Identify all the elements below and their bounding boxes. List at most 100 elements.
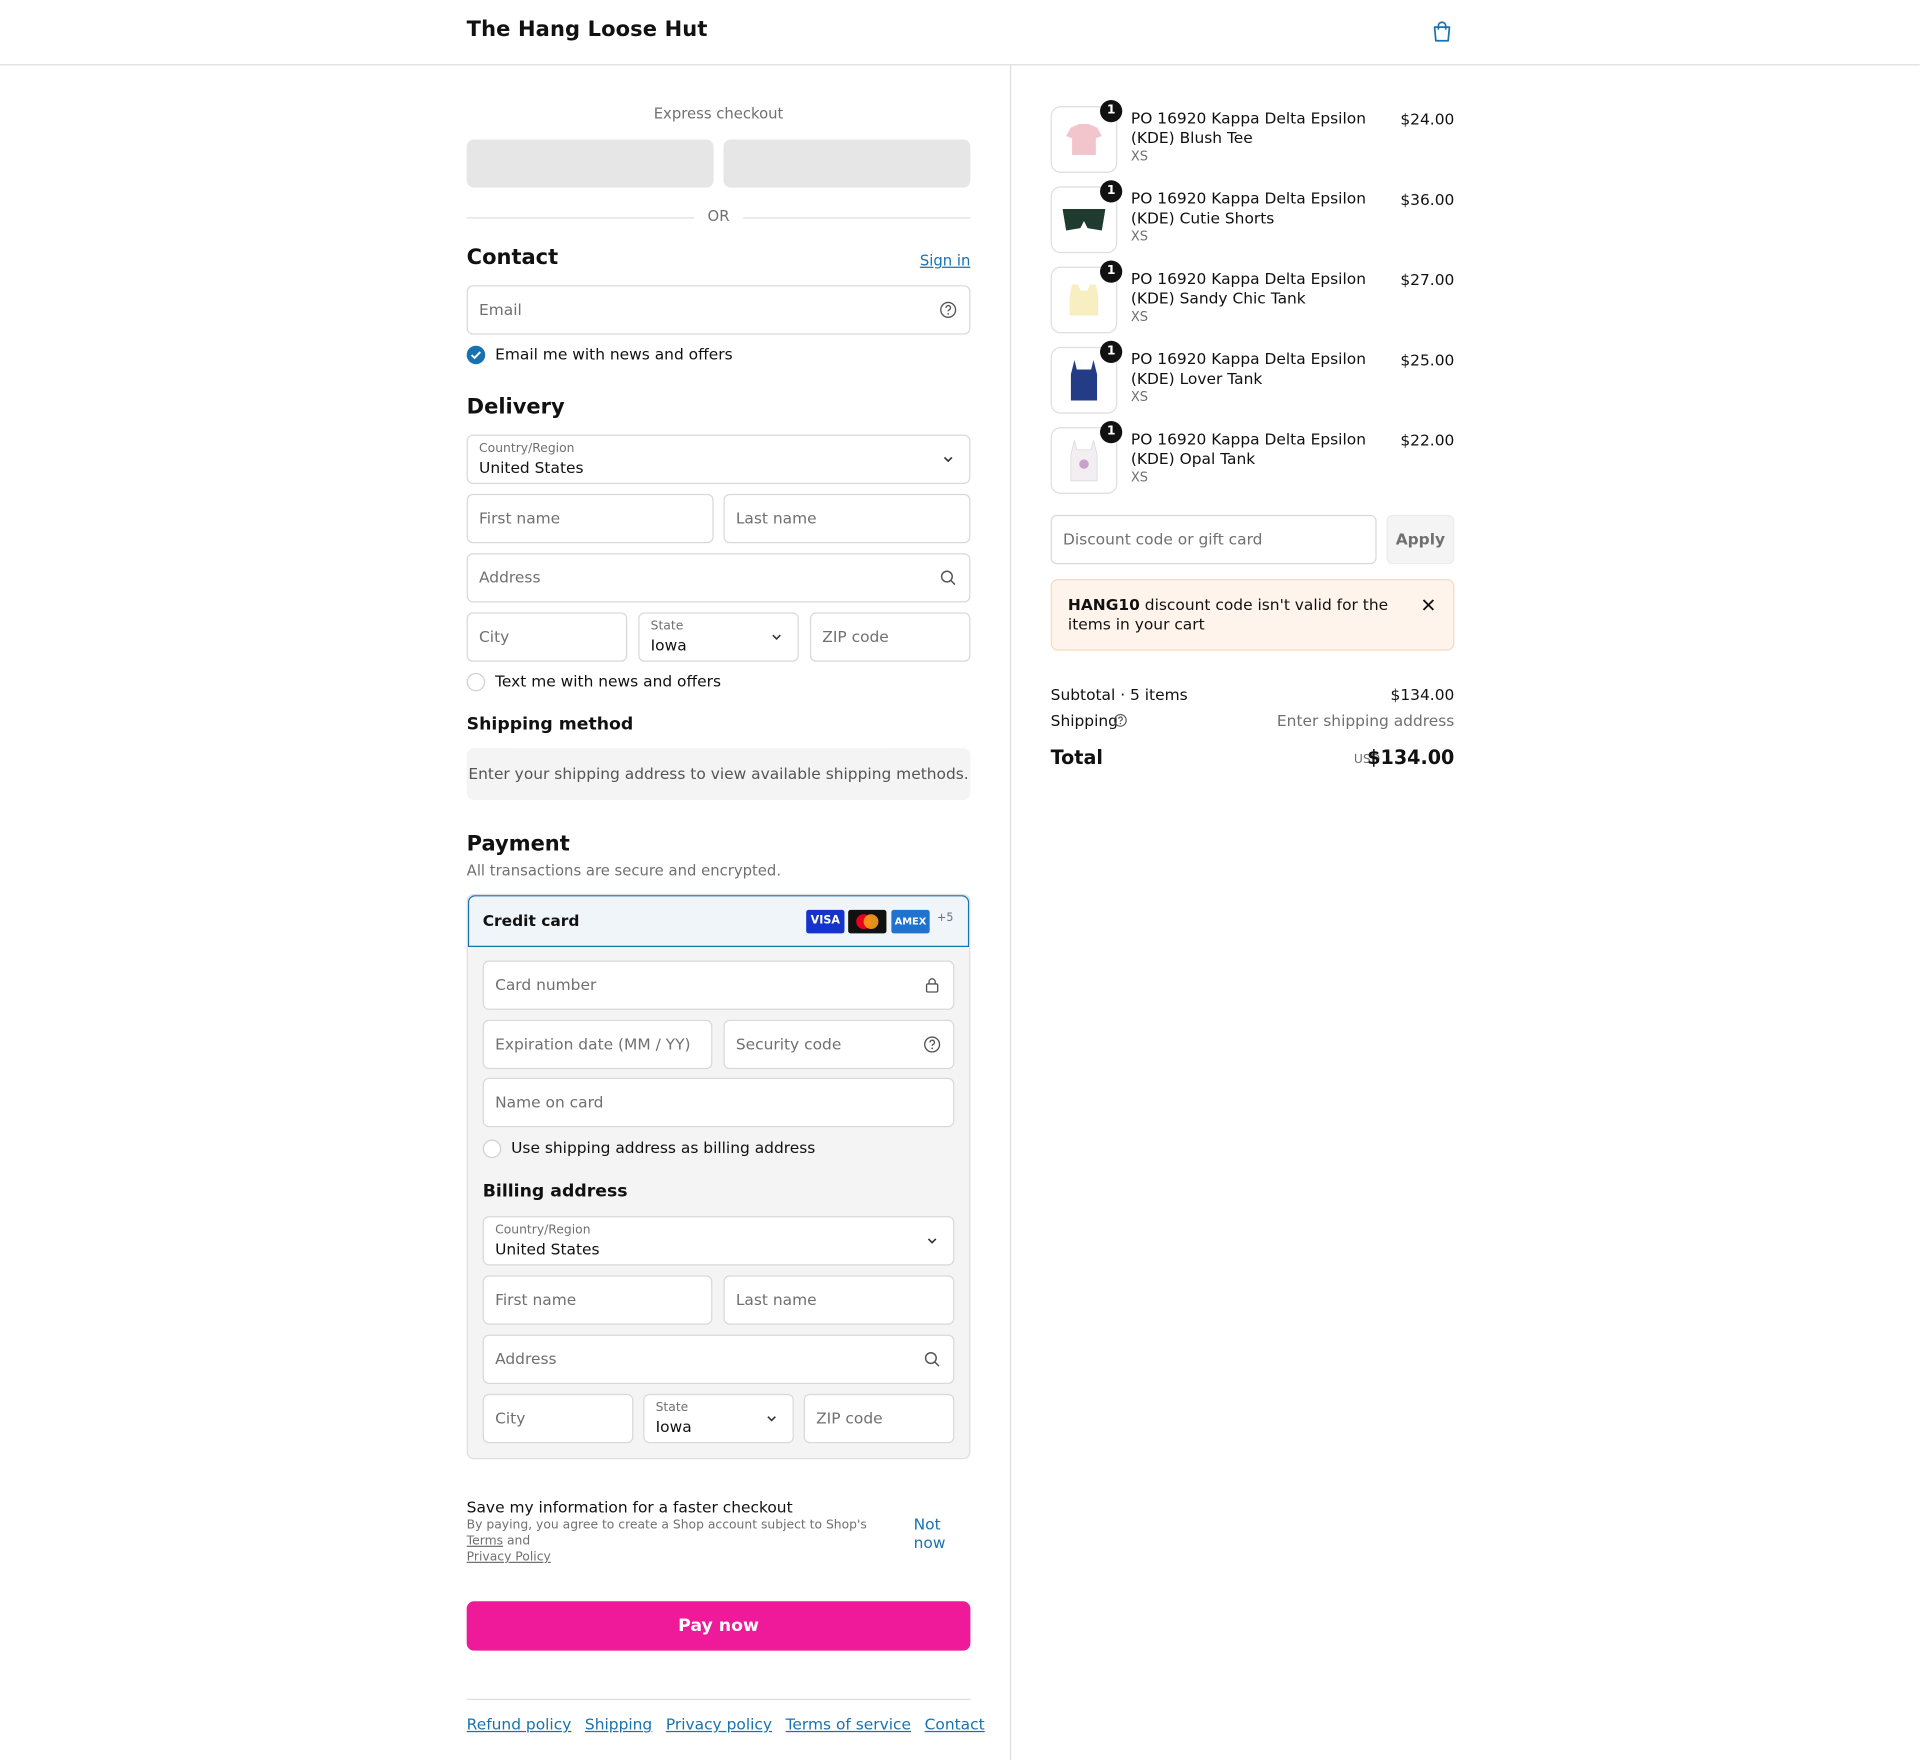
subtotal-row: Subtotal · 5 items $134.00 (1050, 685, 1455, 704)
chevron-down-icon (767, 1416, 776, 1422)
express-checkout-title: Express checkout (653, 104, 784, 123)
quantity-badge: 1 (1100, 340, 1123, 363)
item-price: $22.00 (1400, 430, 1455, 450)
country-select[interactable]: Country/Region United States (466, 434, 971, 484)
billing-city-field[interactable]: City (482, 1393, 634, 1444)
total-value: $134.00 (1367, 746, 1455, 770)
email-field[interactable]: Email (466, 285, 971, 335)
billing-same-checkbox[interactable] (482, 1139, 502, 1159)
shop-privacy-link[interactable]: Privacy Policy (467, 1551, 551, 1565)
city-field[interactable]: City (466, 612, 628, 662)
item-price: $36.00 (1400, 190, 1455, 209)
not-now-button[interactable]: Not now (914, 1515, 971, 1552)
item-name: PO 16920 Kappa Delta Epsilon (KDE) Lover… (1130, 349, 1366, 388)
chevron-down-icon (927, 1238, 937, 1244)
quantity-badge: 1 (1100, 100, 1123, 123)
express-pay-button-1[interactable] (466, 139, 714, 188)
billing-last-name-field[interactable]: Last name (723, 1275, 955, 1325)
search-icon (940, 570, 956, 586)
item-name: PO 16920 Kappa Delta Epsilon (KDE) Sandy… (1130, 269, 1366, 308)
express-pay-button-2[interactable] (723, 139, 971, 188)
name-on-card-field[interactable]: Name on card (482, 1077, 955, 1128)
cart-item: 1 PO 16920 Kappa Delta Epsilon (KDE) San… (1050, 226, 1455, 334)
search-icon (924, 1352, 940, 1367)
item-name: PO 16920 Kappa Delta Epsilon (KDE) Cutie… (1130, 188, 1366, 228)
shopping-bag-icon[interactable] (1430, 20, 1455, 45)
chevron-down-icon (943, 456, 953, 463)
state-select[interactable]: State Iowa (638, 612, 799, 662)
credit-card-option[interactable]: Credit card VISA AMEX +5 (467, 895, 970, 947)
payment-subtitle: All transactions are secure and encrypte… (466, 861, 782, 880)
help-circle-icon[interactable] (1113, 713, 1128, 728)
apply-discount-button[interactable]: Apply (1386, 514, 1455, 565)
billing-same-checkbox-row[interactable]: Use shipping address as billing address (482, 1138, 927, 1160)
address-field[interactable]: Address (466, 553, 971, 603)
quantity-badge: 1 (1100, 420, 1123, 444)
help-circle-icon[interactable] (940, 301, 957, 318)
newsletter-checkbox-row[interactable]: Email me with news and offers (466, 344, 837, 366)
card-number-field[interactable]: Card number (482, 960, 955, 1010)
billing-first-name-field[interactable]: First name (482, 1275, 713, 1325)
delivery-heading: Delivery (466, 395, 565, 420)
mastercard-icon (848, 909, 887, 934)
terms-of-service-link[interactable]: Terms of service (786, 1715, 911, 1734)
contact-heading: Contact (466, 245, 559, 271)
help-circle-icon[interactable] (923, 1036, 941, 1053)
item-variant: XS (1130, 470, 1149, 486)
lock-icon (925, 978, 939, 993)
billing-country-select[interactable]: Country/Region United States (482, 1216, 955, 1266)
cart-item: 1 PO 16920 Kappa Delta Epsilon (KDE) Opa… (1050, 386, 1455, 494)
privacy-policy-link[interactable]: Privacy policy (666, 1715, 772, 1734)
discount-code: HANG10 (1067, 595, 1140, 614)
billing-state-select[interactable]: State Iowa (643, 1393, 794, 1444)
or-divider: OR (466, 207, 971, 227)
quantity-badge: 1 (1100, 260, 1123, 283)
payment-methods: Credit card VISA AMEX +5 Card number Exp… (466, 893, 971, 1460)
item-price: $25.00 (1400, 350, 1455, 370)
quantity-badge: 1 (1100, 180, 1123, 203)
contact-link[interactable]: Contact (925, 1715, 985, 1734)
shipping-policy-link[interactable]: Shipping (585, 1715, 652, 1734)
sms-checkbox[interactable] (466, 672, 486, 692)
pay-now-button[interactable]: Pay now (466, 1601, 971, 1651)
cart-item: 1 PO 16920 Kappa Delta Epsilon (KDE) Cut… (1050, 146, 1455, 254)
product-thumbnail: 1 (1050, 420, 1123, 494)
check-icon (470, 351, 481, 360)
billing-zip-field[interactable]: ZIP code (803, 1393, 955, 1444)
shipping-method-note: Enter your shipping address to view avai… (466, 748, 971, 801)
shop-terms-link[interactable]: Terms (467, 1535, 503, 1549)
column-divider (1009, 65, 1012, 1760)
zip-field[interactable]: ZIP code (809, 612, 971, 662)
amex-icon: AMEX (891, 909, 930, 934)
shipping-method-heading: Shipping method (466, 714, 634, 735)
sign-in-link[interactable]: Sign in (920, 252, 971, 269)
shipping-row: Shipping Enter shipping address (1050, 711, 1455, 730)
billing-address-field[interactable]: Address (482, 1334, 955, 1384)
save-info-title: Save my information for a faster checkou… (466, 1497, 793, 1517)
sms-checkbox-row[interactable]: Text me with news and offers (466, 672, 837, 694)
discount-code-input[interactable]: Discount code or gift card (1050, 514, 1377, 565)
first-name-field[interactable]: First name (466, 493, 714, 544)
billing-address-heading: Billing address (482, 1181, 628, 1202)
item-price: $27.00 (1400, 270, 1455, 289)
cart-item: 1 PO 16920 Kappa Delta Epsilon (KDE) Blu… (1050, 65, 1455, 173)
visa-icon: VISA (806, 909, 845, 934)
cart-item: 1 PO 16920 Kappa Delta Epsilon (KDE) Lov… (1050, 306, 1455, 414)
save-info-legal: By paying, you agree to create a Shop ac… (466, 1518, 867, 1565)
refund-policy-link[interactable]: Refund policy (467, 1715, 572, 1734)
item-price: $24.00 (1400, 109, 1455, 129)
security-code-field[interactable]: Security code (723, 1019, 955, 1070)
close-icon[interactable] (1421, 598, 1436, 613)
newsletter-checkbox[interactable] (466, 345, 486, 365)
footer-links: Refund policy Shipping Privacy policy Terms… (467, 1715, 999, 1734)
item-name: PO 16920 Kappa Delta Epsilon (KDE) Blush… (1130, 108, 1366, 147)
last-name-field[interactable]: Last name (723, 493, 971, 544)
more-brands-badge: +5 (937, 912, 954, 925)
item-name: PO 16920 Kappa Delta Epsilon (KDE) Opal … (1130, 429, 1366, 468)
total-label: Total (1050, 746, 1103, 770)
payment-heading: Payment (466, 832, 570, 857)
site-header: The Hang Loose Hut (0, 0, 1920, 66)
chevron-down-icon (772, 634, 781, 641)
shop-name[interactable]: The Hang Loose Hut (467, 17, 708, 42)
expiration-field[interactable]: Expiration date (MM / YY) (482, 1019, 713, 1070)
